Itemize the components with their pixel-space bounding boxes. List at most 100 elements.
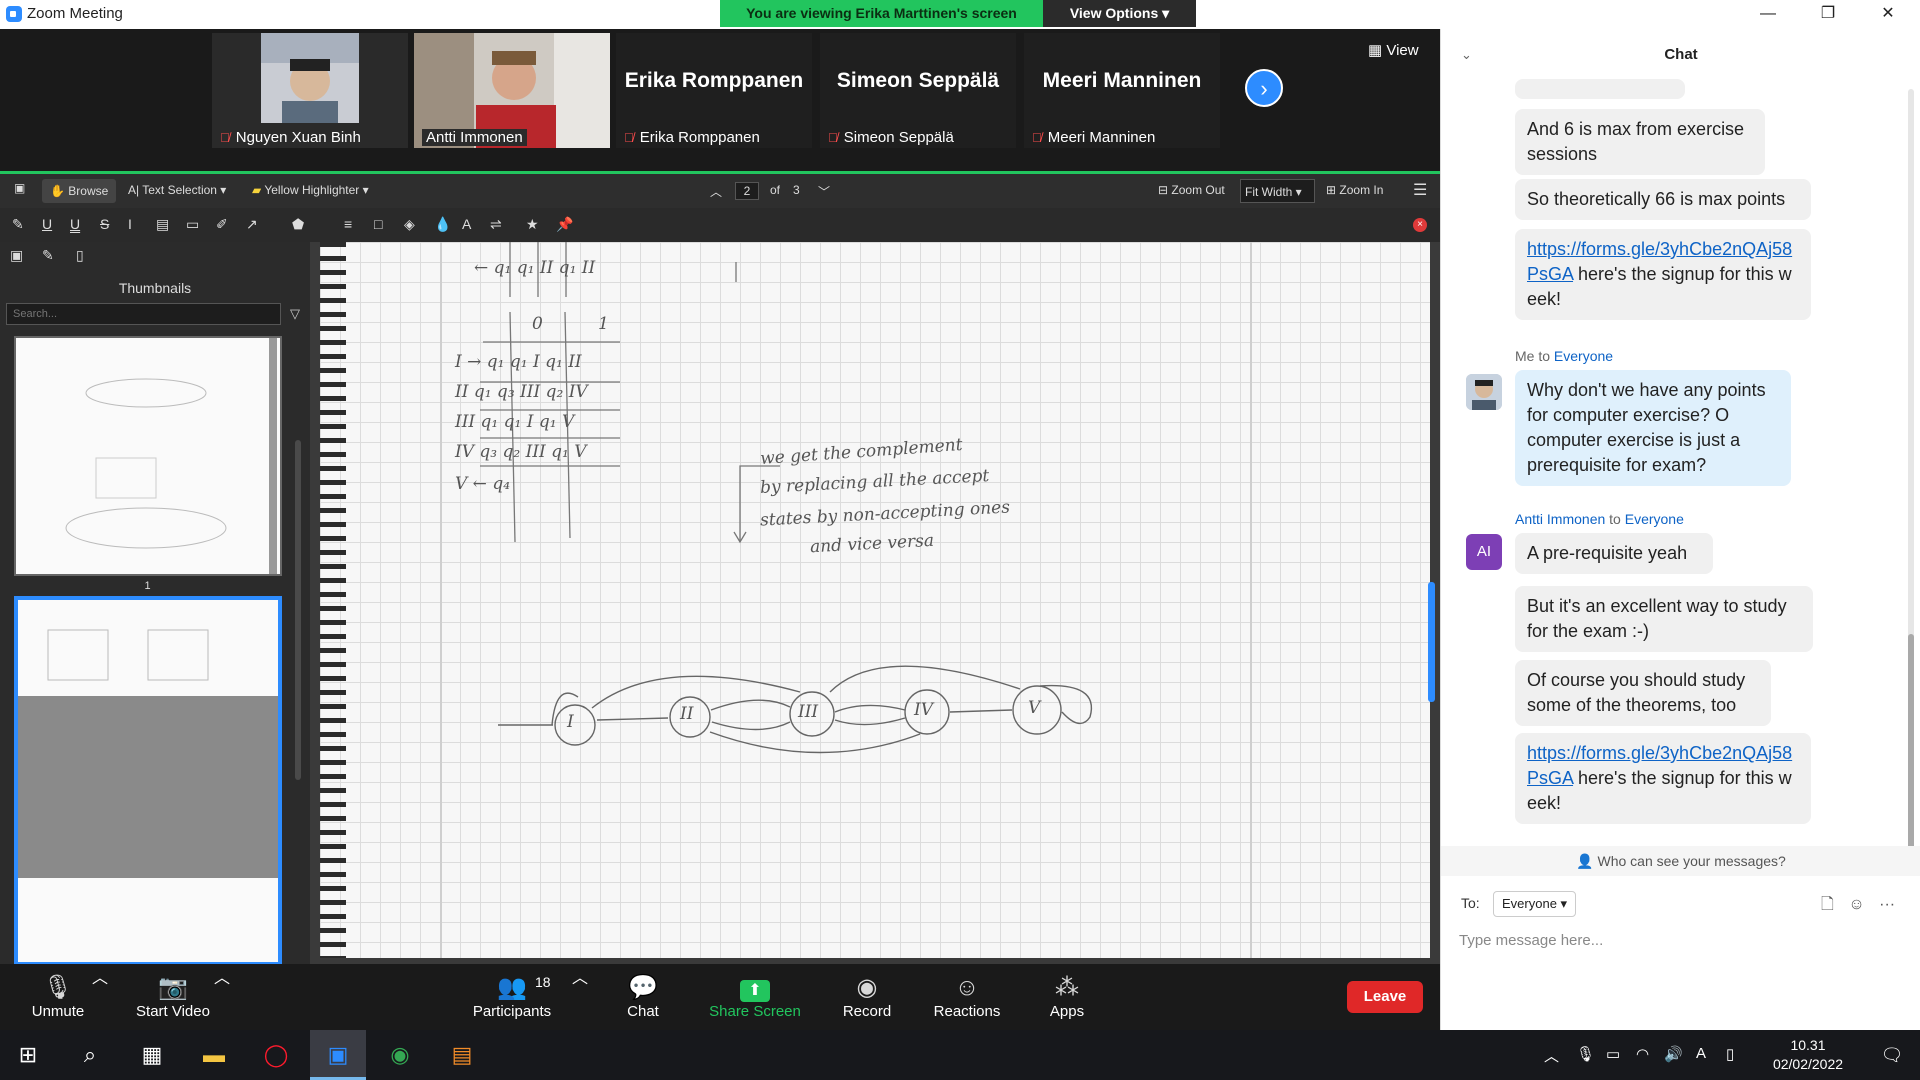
recipient-select[interactable]: Everyone ▾ [1493, 891, 1577, 917]
zoom-out-button[interactable]: ⊟ Zoom Out [1158, 183, 1225, 197]
page-thumbnail-selected[interactable] [14, 596, 282, 966]
task-view-icon[interactable]: ▦ [124, 1030, 180, 1080]
opera-icon[interactable]: ◯ [248, 1030, 304, 1080]
fill-icon[interactable]: ◈ [404, 216, 415, 233]
start-video-button[interactable]: 📷 Start Video [123, 964, 223, 1030]
reactions-button[interactable]: ☺ Reactions [917, 964, 1017, 1030]
participant-strip: 🎙̸ Nguyen Xuan Binh Antti Immonen Erika R… [0, 29, 1440, 171]
ime-icon[interactable]: ▯ [1726, 1045, 1734, 1063]
battery-icon[interactable]: ▭ [1606, 1045, 1620, 1063]
zoom-select[interactable]: Fit Width ▾ [1240, 179, 1315, 203]
menu-icon[interactable]: ☰ [1413, 180, 1427, 200]
pen-icon[interactable]: ✎ [12, 216, 24, 233]
participant-tile[interactable]: Simeon Seppälä 🎙̸ Simeon Seppälä [820, 33, 1016, 148]
leave-button[interactable]: Leave [1347, 981, 1423, 1013]
arrow-icon[interactable]: ↗ [246, 216, 258, 233]
chat-button[interactable]: 💬 Chat [593, 964, 693, 1030]
view-layout-button[interactable]: ▦ View [1368, 41, 1419, 59]
thumbnails-panel: Thumbnails ▽ 1 [0, 270, 310, 966]
next-page-button[interactable]: ﹀ [818, 183, 830, 200]
chat-message: Of course you should study some of the t… [1515, 660, 1771, 726]
free-text-icon[interactable]: ▤ [156, 216, 169, 233]
windows-start-icon[interactable]: ⊞ [0, 1030, 56, 1080]
chat-scrollbar-thumb[interactable] [1908, 634, 1914, 849]
sender-avatar: AI [1466, 534, 1502, 570]
chat-message: But it's an excellent way to study for t… [1515, 586, 1813, 652]
panel-icon[interactable]: ▣ [14, 181, 25, 195]
mic-muted-icon: 🎙̸ [1032, 130, 1042, 145]
adjust-icon[interactable]: ⇌ [490, 216, 502, 233]
thumbnail-search-input[interactable] [6, 303, 281, 325]
chat-title: Chat [1664, 46, 1698, 63]
close-window-button[interactable]: ✕ [1860, 0, 1916, 29]
apps-button[interactable]: ⁂ Apps [1017, 964, 1117, 1030]
volume-icon[interactable]: 🔊 [1664, 1045, 1683, 1063]
file-explorer-icon[interactable]: ▬ [186, 1030, 242, 1080]
who-can-see-link[interactable]: 👤 Who can see your messages? [1441, 846, 1920, 876]
comment-icon[interactable]: ▭ [186, 216, 199, 233]
search-icon[interactable]: ⌕ [62, 1030, 118, 1080]
taskbar-clock[interactable]: 10.31 02/02/2022 [1768, 1036, 1848, 1074]
highlighter-tool[interactable]: ▰ Yellow Highlighter ▾ [252, 183, 369, 197]
color-drop-icon[interactable]: 💧 [434, 216, 451, 233]
page-number-input[interactable]: 2 [735, 182, 759, 200]
chat-panel: ⌄ Chat And 6 is max from exercise sessio… [1440, 29, 1920, 1030]
underline-icon[interactable]: U [42, 216, 52, 232]
participant-name: 🎙̸ Meeri Manninen [1032, 129, 1156, 146]
text-cursor-icon: A| [128, 183, 143, 197]
close-annotation-icon[interactable]: × [1413, 218, 1427, 232]
zoom-in-button[interactable]: ⊞ Zoom In [1326, 183, 1383, 197]
video-options-chevron-icon[interactable]: ︿ [214, 964, 230, 1030]
share-screen-button[interactable]: ⬆ Share Screen [705, 964, 805, 1030]
participants-chevron-icon[interactable]: ︿ [572, 964, 588, 1030]
thumbnails-tab-icon[interactable]: ▣ [10, 247, 23, 264]
participant-tile[interactable]: Erika Romppanen 🎙̸ Erika Romppanen [616, 33, 812, 148]
zoom-app-icon [6, 6, 22, 22]
annotations-tab-icon[interactable]: ✎ [42, 247, 54, 264]
minimize-button[interactable]: — [1740, 0, 1796, 29]
file-icon[interactable]: 🗋 [1821, 896, 1834, 913]
participant-tile[interactable]: Antti Immonen [414, 33, 610, 148]
reactions-icon: ☺ [954, 974, 980, 1001]
bookmark-tab-icon[interactable]: ▯ [76, 247, 84, 264]
stamp-icon[interactable]: ⬟ [292, 216, 304, 233]
next-page-arrow-icon[interactable]: › [1245, 69, 1283, 107]
chat-message-input[interactable] [1459, 927, 1899, 953]
filter-icon[interactable]: ▽ [290, 306, 300, 322]
pdf-app-icon[interactable]: ▤ [434, 1030, 490, 1080]
state-label: I [567, 712, 574, 732]
restore-button[interactable]: ❐ [1800, 0, 1856, 29]
microphone-icon[interactable]: 🎙 [1576, 1045, 1595, 1063]
wifi-icon[interactable]: ◠ [1636, 1045, 1649, 1063]
view-options-button[interactable]: View Options ▾ [1043, 0, 1196, 27]
insert-text-icon[interactable]: I [128, 216, 132, 232]
more-icon[interactable]: ··· [1879, 896, 1895, 913]
lines-icon[interactable]: ≡ [344, 216, 352, 232]
participant-tile[interactable]: 🎙̸ Nguyen Xuan Binh [212, 33, 408, 148]
record-button[interactable]: ◉ Record [817, 964, 917, 1030]
star-icon[interactable]: ★ [526, 216, 539, 233]
chrome-icon[interactable]: ◉ [372, 1030, 428, 1080]
emoji-icon[interactable]: ☺ [1848, 896, 1864, 913]
freehand-icon[interactable]: ✐ [216, 216, 228, 233]
thumbnails-scrollbar[interactable] [295, 440, 301, 780]
chat-scrollbar[interactable] [1908, 89, 1914, 849]
hand-icon: ✋ [50, 184, 69, 198]
rectangle-icon[interactable]: □ [374, 216, 382, 232]
zoom-taskbar-icon[interactable]: ▣ [310, 1030, 366, 1080]
font-size-icon[interactable]: A [462, 216, 471, 232]
participant-tile[interactable]: Meeri Manninen 🎙̸ Meeri Manninen [1024, 33, 1220, 148]
strikeout-icon[interactable]: S [100, 216, 109, 232]
browse-tool-button[interactable]: ✋ Browse [42, 179, 117, 203]
tray-chevron-icon[interactable]: ︿ [1544, 1045, 1559, 1066]
page-scrollbar[interactable] [1428, 582, 1435, 702]
page-thumbnail[interactable] [14, 336, 282, 576]
shared-pdf-viewer: ▣ ✋ Browse A| Text Selection ▾ ▰ Yellow … [0, 174, 1440, 966]
audio-options-chevron-icon[interactable]: ︿ [92, 964, 108, 1030]
notifications-icon[interactable]: 🗨 [1864, 1030, 1920, 1080]
squiggly-icon[interactable]: U [70, 216, 80, 232]
pin-icon[interactable]: 📌 [556, 216, 573, 233]
text-selection-tool[interactable]: A| Text Selection ▾ [128, 183, 226, 197]
prev-page-button[interactable]: ︿ [710, 183, 722, 200]
input-language-icon[interactable]: A [1696, 1045, 1706, 1062]
